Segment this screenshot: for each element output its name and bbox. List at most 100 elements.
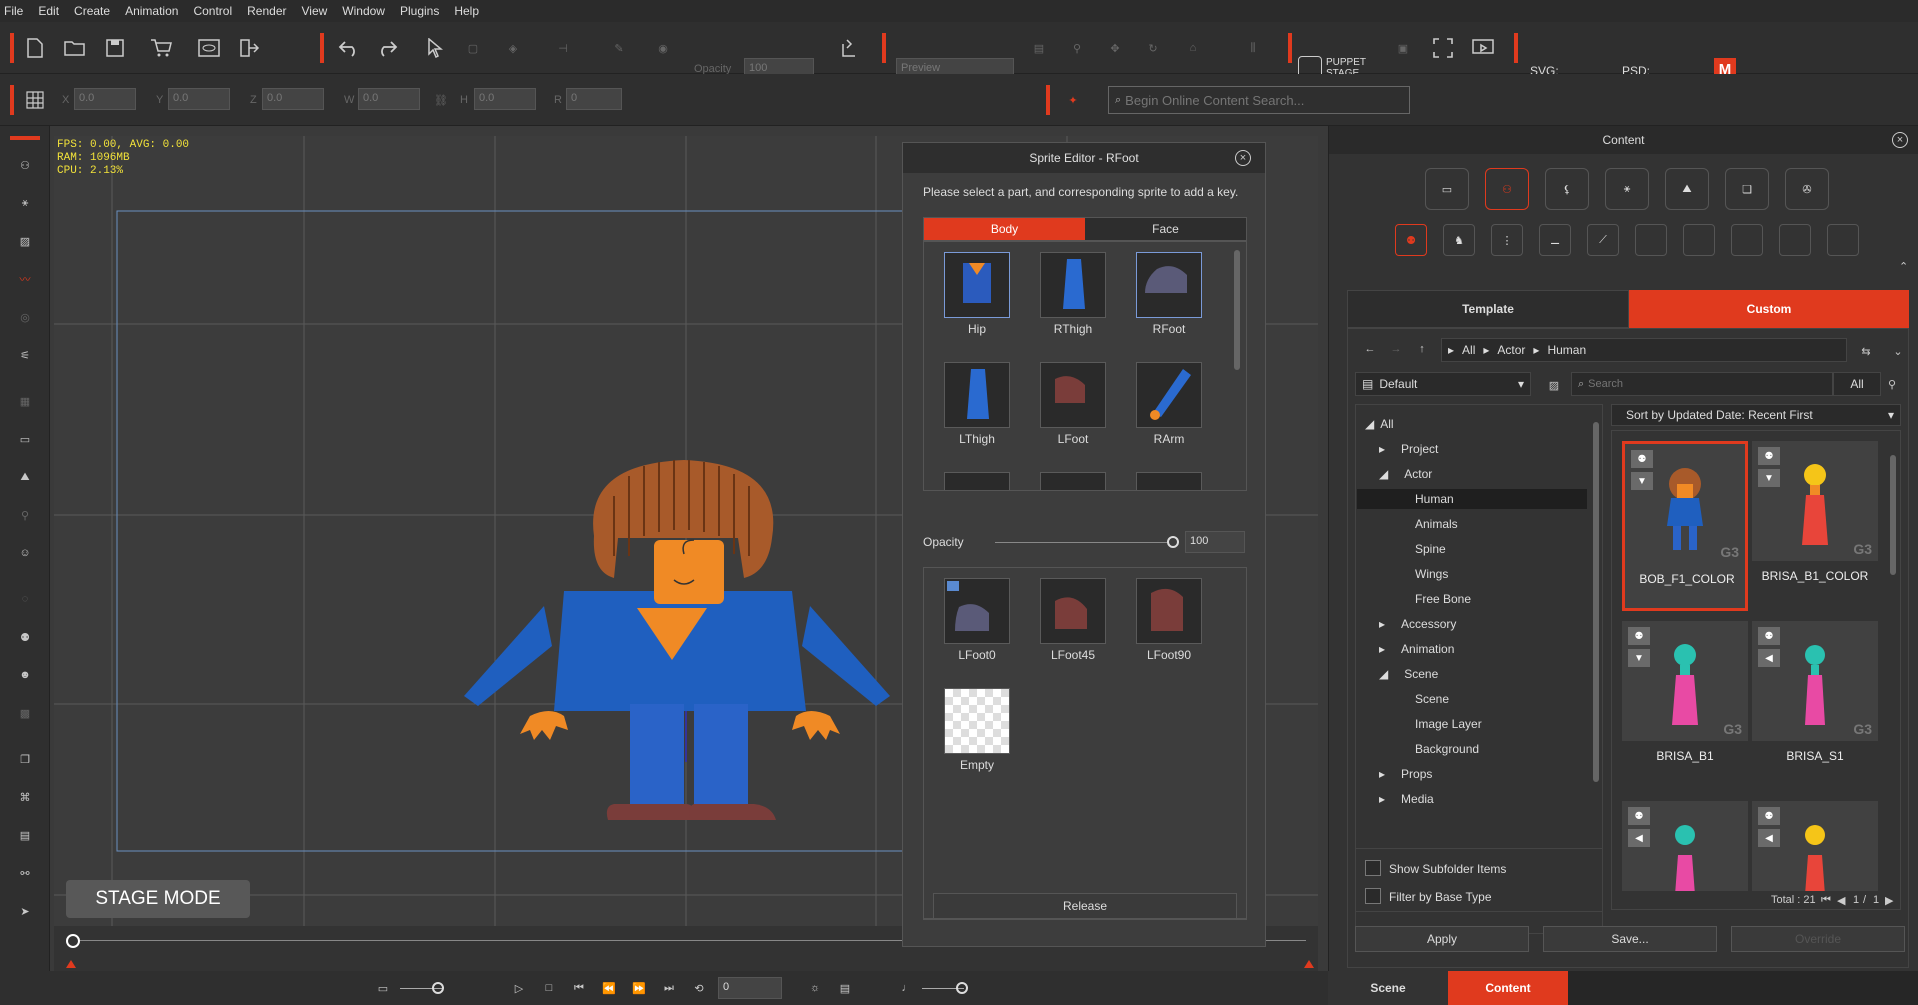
face-tool-icon[interactable]: ◎	[12, 304, 38, 330]
scene-category-icon[interactable]: ⛰	[1665, 168, 1709, 210]
part-rfoot[interactable]	[1136, 252, 1202, 318]
actor-category-icon[interactable]: ⚇	[1485, 168, 1529, 210]
layer-icon[interactable]: ▤	[1026, 35, 1052, 61]
dropdown-circle-icon[interactable]: ⌄	[1885, 338, 1911, 364]
close-icon[interactable]: ×	[1235, 150, 1251, 166]
h-input[interactable]: 0.0	[474, 88, 536, 110]
empty-subcat-3[interactable]	[1731, 224, 1763, 256]
first-frame-icon[interactable]: ⏮	[566, 975, 592, 1001]
grid-scrollbar[interactable]	[1890, 455, 1896, 575]
mirror-icon[interactable]: ⫼	[1240, 35, 1266, 61]
tree-scrollbar[interactable]	[1593, 422, 1599, 782]
content-search-input[interactable]	[1588, 378, 1809, 390]
sprite-opacity-input[interactable]: 100	[1185, 531, 1245, 553]
puppet-tool-icon[interactable]: ⚉	[12, 624, 38, 650]
first-page-icon[interactable]: ⏮	[1821, 894, 1831, 907]
prev-frame-icon[interactable]: ⏪	[596, 975, 622, 1001]
tree-item-project[interactable]: ▸ Project	[1379, 439, 1438, 459]
tree-item-free-bone[interactable]: Free Bone	[1415, 589, 1471, 609]
tree-item-scene-sub[interactable]: Scene	[1415, 689, 1449, 709]
x-input[interactable]: 0.0	[74, 88, 136, 110]
online-search-input[interactable]	[1125, 92, 1396, 108]
tree-item-wings[interactable]: Wings	[1415, 564, 1448, 584]
tree-item-animation[interactable]: ▸ Animation	[1379, 639, 1454, 659]
tree-item-accessory[interactable]: ▸ Accessory	[1379, 614, 1456, 634]
transform-icon[interactable]: ◈	[500, 35, 526, 61]
part-lthigh[interactable]	[944, 362, 1010, 428]
media-category-icon[interactable]: ✇	[1785, 168, 1829, 210]
timeline-toggle-icon[interactable]: ▤	[832, 975, 858, 1001]
sprite-lfoot0[interactable]	[944, 578, 1010, 644]
breadcrumb-actor[interactable]: Actor	[1497, 343, 1525, 357]
back-arrow-icon[interactable]: ←	[1357, 336, 1383, 362]
sort-dropdown[interactable]: Sort by Updated Date: Recent First ▾	[1611, 404, 1901, 426]
part-hip[interactable]	[944, 252, 1010, 318]
stage-mode-badge[interactable]: STAGE MODE	[66, 880, 250, 918]
tree-item-actor[interactable]: ◢ Actor	[1379, 464, 1432, 484]
swap-icon[interactable]: ⇆	[1853, 338, 1879, 364]
play-icon[interactable]: ▷	[506, 975, 532, 1001]
motion-tool-icon[interactable]: ⚹	[12, 190, 38, 216]
menu-window[interactable]: Window	[342, 4, 385, 18]
animal-subcat-icon[interactable]: ♞	[1443, 224, 1475, 256]
undo-icon[interactable]	[336, 35, 362, 61]
z-input[interactable]: 0.0	[262, 88, 324, 110]
part-rarm[interactable]	[1136, 362, 1202, 428]
content-item-brisa-b1[interactable]: ⚉ ▼ G3 BRISA_B1	[1622, 621, 1748, 791]
last-frame-icon[interactable]: ⏭	[656, 975, 682, 1001]
timeline-end-marker[interactable]	[1304, 960, 1314, 968]
sprite-empty[interactable]	[944, 688, 1010, 754]
menu-create[interactable]: Create	[74, 4, 110, 18]
sprite-opacity-handle[interactable]	[1167, 536, 1179, 548]
tree-item-image-layer[interactable]: Image Layer	[1415, 714, 1482, 734]
apply-button[interactable]: Apply	[1355, 926, 1529, 952]
align-icon[interactable]: ⊣	[550, 35, 576, 61]
settings-icon[interactable]: ☼	[802, 975, 828, 1001]
face-key-icon[interactable]: ☻	[12, 662, 38, 688]
tree-item-background[interactable]: Background	[1415, 739, 1479, 759]
up-arrow-icon[interactable]: ↑	[1409, 336, 1435, 362]
layer-tool-icon[interactable]: ▦	[12, 388, 38, 414]
breadcrumb-all[interactable]: All	[1462, 343, 1475, 357]
prev-page-icon[interactable]: ◀	[1837, 894, 1845, 907]
empty-subcat-4[interactable]	[1779, 224, 1811, 256]
sprite-lfoot90[interactable]	[1136, 578, 1202, 644]
fullscreen-icon[interactable]	[1430, 35, 1456, 61]
content-item-brisa-s1[interactable]: ⚉ ◀ G3 BRISA_S1	[1752, 621, 1878, 791]
puppet-icon[interactable]: ⚲	[1064, 35, 1090, 61]
menu-render[interactable]: Render	[247, 4, 286, 18]
tree-item-animals[interactable]: Animals	[1415, 514, 1458, 534]
tree-item-spine[interactable]: Spine	[1415, 539, 1446, 559]
accessory-category-icon[interactable]: ⚸	[1545, 168, 1589, 210]
tab-body[interactable]: Body	[924, 218, 1085, 240]
w-input[interactable]: 0.0	[358, 88, 420, 110]
close-icon[interactable]: ×	[1892, 132, 1908, 148]
tree-item-all[interactable]: ◢ All	[1365, 414, 1394, 434]
next-frame-icon[interactable]: ⏩	[626, 975, 652, 1001]
next-page-icon[interactable]: ▶	[1885, 894, 1893, 907]
actor-tool-icon[interactable]: ⚇	[12, 152, 38, 178]
filter-base-checkbox[interactable]	[1365, 888, 1381, 904]
ik-tool-icon[interactable]: ⚲	[12, 502, 38, 528]
empty-subcat-1[interactable]	[1635, 224, 1667, 256]
menu-help[interactable]: Help	[454, 4, 479, 18]
breadcrumb-human[interactable]: Human	[1547, 343, 1586, 357]
rig-icon[interactable]: ⌘	[12, 784, 38, 810]
mesh-tool-icon[interactable]: ▩	[12, 700, 38, 726]
part-extra-1[interactable]	[944, 472, 1010, 490]
present-icon[interactable]	[1470, 35, 1496, 61]
menu-plugins[interactable]: Plugins	[400, 4, 439, 18]
composer-icon[interactable]: ❐	[12, 746, 38, 772]
grid-icon[interactable]	[22, 87, 48, 113]
props-category-icon[interactable]: ❏	[1725, 168, 1769, 210]
tab-template[interactable]: Template	[1347, 290, 1629, 328]
part-lfoot[interactable]	[1040, 362, 1106, 428]
tab-scene[interactable]: Scene	[1328, 971, 1448, 1005]
head-tool-icon[interactable]: ☺	[12, 540, 38, 566]
content-item-bob-f1-color[interactable]: ⚉ ▼ G3 BOB_F1_COLOR	[1622, 441, 1748, 611]
sprite-tool-icon[interactable]: ▨	[12, 228, 38, 254]
menu-file[interactable]: File	[4, 4, 23, 18]
parts-scrollbar[interactable]	[1234, 250, 1240, 370]
human-subcat-icon[interactable]: ⚉	[1395, 224, 1427, 256]
delete-icon[interactable]: ▢	[460, 35, 486, 61]
